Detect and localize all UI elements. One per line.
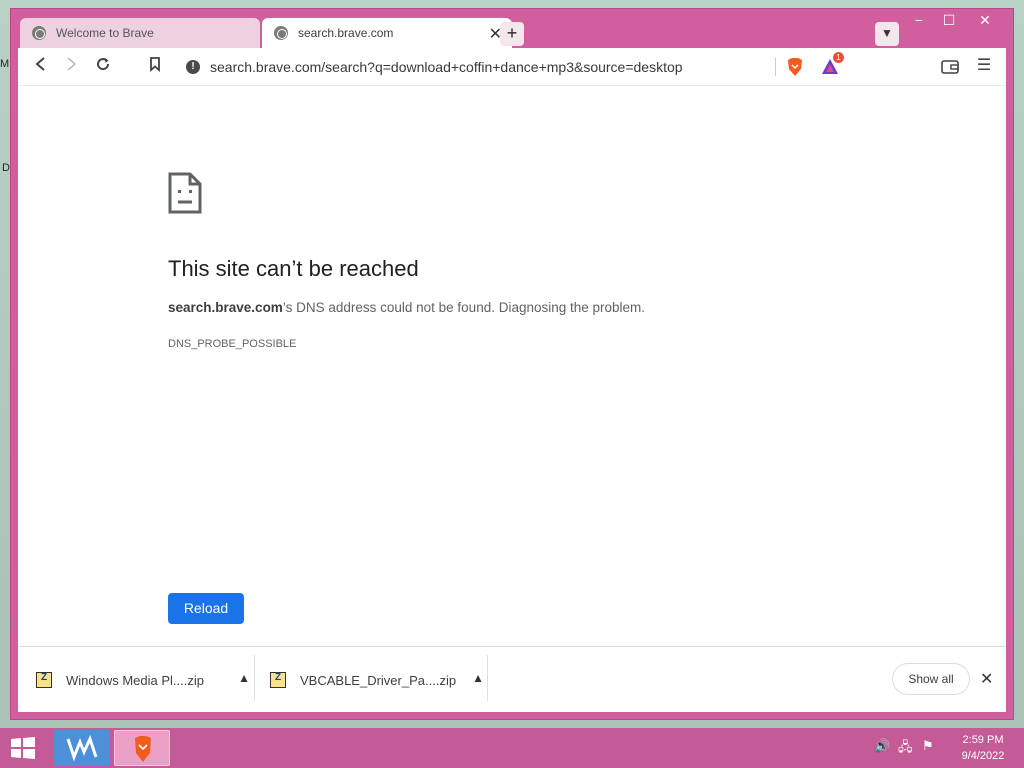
taskbar-app-icon[interactable]: [54, 730, 110, 766]
download-filename: VBCABLE_Driver_Pa....zip: [300, 672, 457, 688]
zip-file-icon: [36, 672, 52, 688]
desktop-edge-glyph: D: [2, 162, 10, 174]
divider: [487, 655, 488, 701]
tab-search-brave[interactable]: search.brave.com ✕: [262, 18, 512, 48]
divider: [254, 655, 255, 701]
tab-welcome-to-brave[interactable]: Welcome to Brave: [20, 18, 260, 48]
close-shelf-icon[interactable]: ✕: [980, 669, 993, 689]
globe-icon: [274, 26, 288, 40]
bookmark-icon[interactable]: [144, 56, 166, 78]
error-description: search.brave.com’s DNS address could not…: [168, 300, 645, 315]
download-filename: Windows Media Pl....zip: [66, 672, 204, 688]
desktop-edge-glyph: M: [0, 58, 10, 70]
tab-label: Welcome to Brave: [56, 26, 154, 40]
network-icon[interactable]: 🖧: [898, 738, 913, 760]
error-host: search.brave.com: [168, 300, 283, 315]
clock-date: 9/4/2022: [961, 750, 1005, 762]
url-text: search.brave.com/search?q=download+coffi…: [210, 59, 683, 75]
error-code: DNS_PROBE_POSSIBLE: [168, 338, 297, 350]
download-shelf: Windows Media Pl....zip ▲ VBCABLE_Driver…: [18, 646, 1006, 712]
taskbar: 🔊 🖧 ⚑ 2:59 PM 9/4/2022: [0, 728, 1024, 768]
tab-label: search.brave.com: [298, 26, 394, 40]
close-window-button[interactable]: ✕: [973, 12, 997, 29]
back-arrow-icon[interactable]: [30, 56, 52, 78]
action-center-flag-icon[interactable]: ⚑: [922, 738, 934, 754]
info-icon[interactable]: !: [186, 60, 200, 74]
address-bar[interactable]: ! search.brave.com/search?q=download+cof…: [178, 53, 848, 81]
page-content: This site can’t be reached search.brave.…: [18, 86, 1006, 646]
tab-search-chevron-down-icon[interactable]: ▼: [875, 22, 899, 46]
volume-icon[interactable]: 🔊: [874, 738, 890, 754]
show-all-button[interactable]: Show all: [892, 663, 970, 695]
sad-document-icon: [168, 172, 202, 214]
new-tab-button[interactable]: +: [500, 22, 524, 46]
windows-start-icon[interactable]: [10, 736, 36, 760]
chevron-up-icon[interactable]: ▲: [472, 671, 484, 685]
system-clock[interactable]: 2:59 PM 9/4/2022: [952, 732, 1014, 764]
wallet-icon[interactable]: [940, 57, 960, 77]
chevron-up-icon[interactable]: ▲: [238, 671, 250, 685]
zip-file-icon: [270, 672, 286, 688]
download-item[interactable]: Windows Media Pl....zip ▲: [36, 655, 254, 705]
error-title: This site can’t be reached: [168, 256, 419, 281]
reload-button[interactable]: Reload: [168, 593, 244, 624]
download-item[interactable]: VBCABLE_Driver_Pa....zip ▲: [270, 655, 488, 705]
error-description-text: ’s DNS address could not be found. Diagn…: [282, 300, 646, 315]
menu-icon[interactable]: ☰: [974, 56, 994, 76]
divider: [775, 58, 776, 76]
browser-toolbar: ! search.brave.com/search?q=download+cof…: [18, 48, 1006, 86]
maximize-button[interactable]: ☐: [937, 12, 961, 29]
minimize-button[interactable]: −: [907, 12, 931, 28]
reload-icon[interactable]: [92, 56, 114, 78]
notification-badge: 1: [833, 52, 844, 63]
brave-shields-icon[interactable]: [786, 57, 804, 77]
globe-icon: [32, 26, 46, 40]
forward-arrow-icon[interactable]: [60, 56, 82, 78]
brave-taskbar-icon[interactable]: [114, 730, 170, 766]
clock-time: 2:59 PM: [962, 734, 1004, 746]
